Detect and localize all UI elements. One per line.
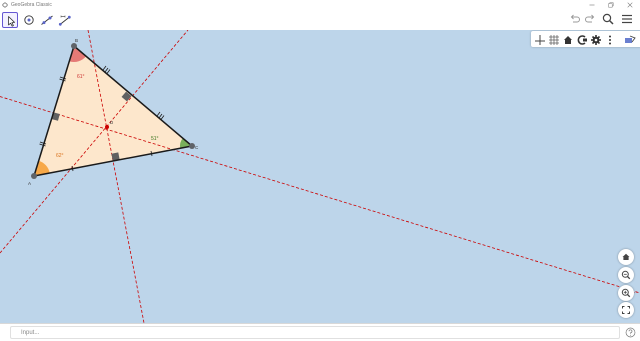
restore-button[interactable] [603, 0, 619, 9]
vertex-b-point[interactable] [71, 43, 77, 49]
line-end-arrow-icon: ⋯ [634, 290, 639, 296]
zoom-in-button[interactable] [618, 285, 634, 301]
fullscreen-icon [622, 306, 630, 314]
line-tool[interactable] [39, 12, 55, 28]
input-bar: Input... [0, 323, 640, 341]
zoom-out-button[interactable] [618, 267, 634, 283]
more-options-button[interactable] [604, 33, 616, 45]
zoom-in-icon [621, 288, 631, 298]
vertex-a-point[interactable] [31, 173, 37, 179]
toggle-style-bar-button[interactable] [624, 33, 636, 45]
geogebra-logo-icon [2, 1, 8, 8]
home-icon [622, 253, 630, 260]
restore-icon [608, 1, 614, 7]
segment-icon [58, 15, 71, 26]
title-bar: GeoGebra Classic [0, 0, 640, 9]
window-title: GeoGebra Classic [11, 1, 52, 8]
circumcenter-point[interactable] [105, 125, 109, 129]
grid-icon [549, 35, 559, 45]
more-icon [609, 35, 611, 45]
point-capturing-button[interactable] [576, 33, 588, 45]
point-tool[interactable] [21, 12, 37, 28]
zoom-home-button[interactable] [618, 249, 634, 265]
move-tool[interactable] [2, 12, 18, 28]
fullscreen-button[interactable] [618, 302, 634, 318]
perpendicular-bisector-ca[interactable] [87, 30, 145, 323]
minimize-icon [589, 4, 595, 5]
undo-icon [570, 14, 580, 23]
home-icon [564, 36, 572, 44]
show-grid-button[interactable] [548, 33, 560, 45]
standard-view-button[interactable] [562, 33, 574, 45]
search-button[interactable] [601, 12, 615, 26]
angle-a-value: 62° [56, 153, 64, 159]
line-through-points-icon [41, 15, 53, 25]
help-icon[interactable] [625, 327, 636, 338]
toolbar [0, 9, 640, 30]
main-menu-button[interactable] [620, 12, 634, 26]
app-window: GeoGebra Classic B A C D 61° 62° 51° ⋯ I… [0, 0, 640, 341]
construction-canvas[interactable]: B A C D 61° 62° 51° ⋯ [0, 30, 640, 323]
zoom-out-icon [621, 270, 631, 280]
toggle-style-bar-icon [625, 35, 636, 43]
graphics-view[interactable]: B A C D 61° 62° 51° ⋯ [0, 30, 640, 323]
angle-c-value: 51° [151, 136, 159, 142]
axes-icon [535, 35, 545, 45]
vertex-b-label: B [75, 38, 78, 43]
style-bar [531, 31, 640, 47]
cursor-arrow-icon [8, 16, 15, 27]
graphics-settings-button[interactable] [590, 33, 602, 45]
vertex-a-label: A [28, 181, 31, 186]
undo-button[interactable] [568, 12, 582, 26]
menu-icon [622, 14, 632, 24]
angle-b-value: 61° [77, 74, 85, 80]
segment-length-tool[interactable] [57, 12, 73, 28]
algebra-input-field[interactable]: Input... [10, 326, 620, 339]
circle-point-icon [24, 15, 34, 25]
search-icon [602, 13, 614, 25]
redo-button[interactable] [583, 12, 597, 26]
settings-icon [591, 35, 601, 45]
point-capture-icon [577, 35, 587, 45]
vertex-c-label: C [195, 145, 199, 150]
close-button[interactable] [622, 0, 638, 9]
close-icon [627, 1, 633, 8]
input-placeholder: Input... [21, 330, 40, 336]
show-axes-button[interactable] [534, 33, 546, 45]
minimize-button[interactable] [584, 0, 600, 9]
redo-icon [585, 14, 595, 23]
